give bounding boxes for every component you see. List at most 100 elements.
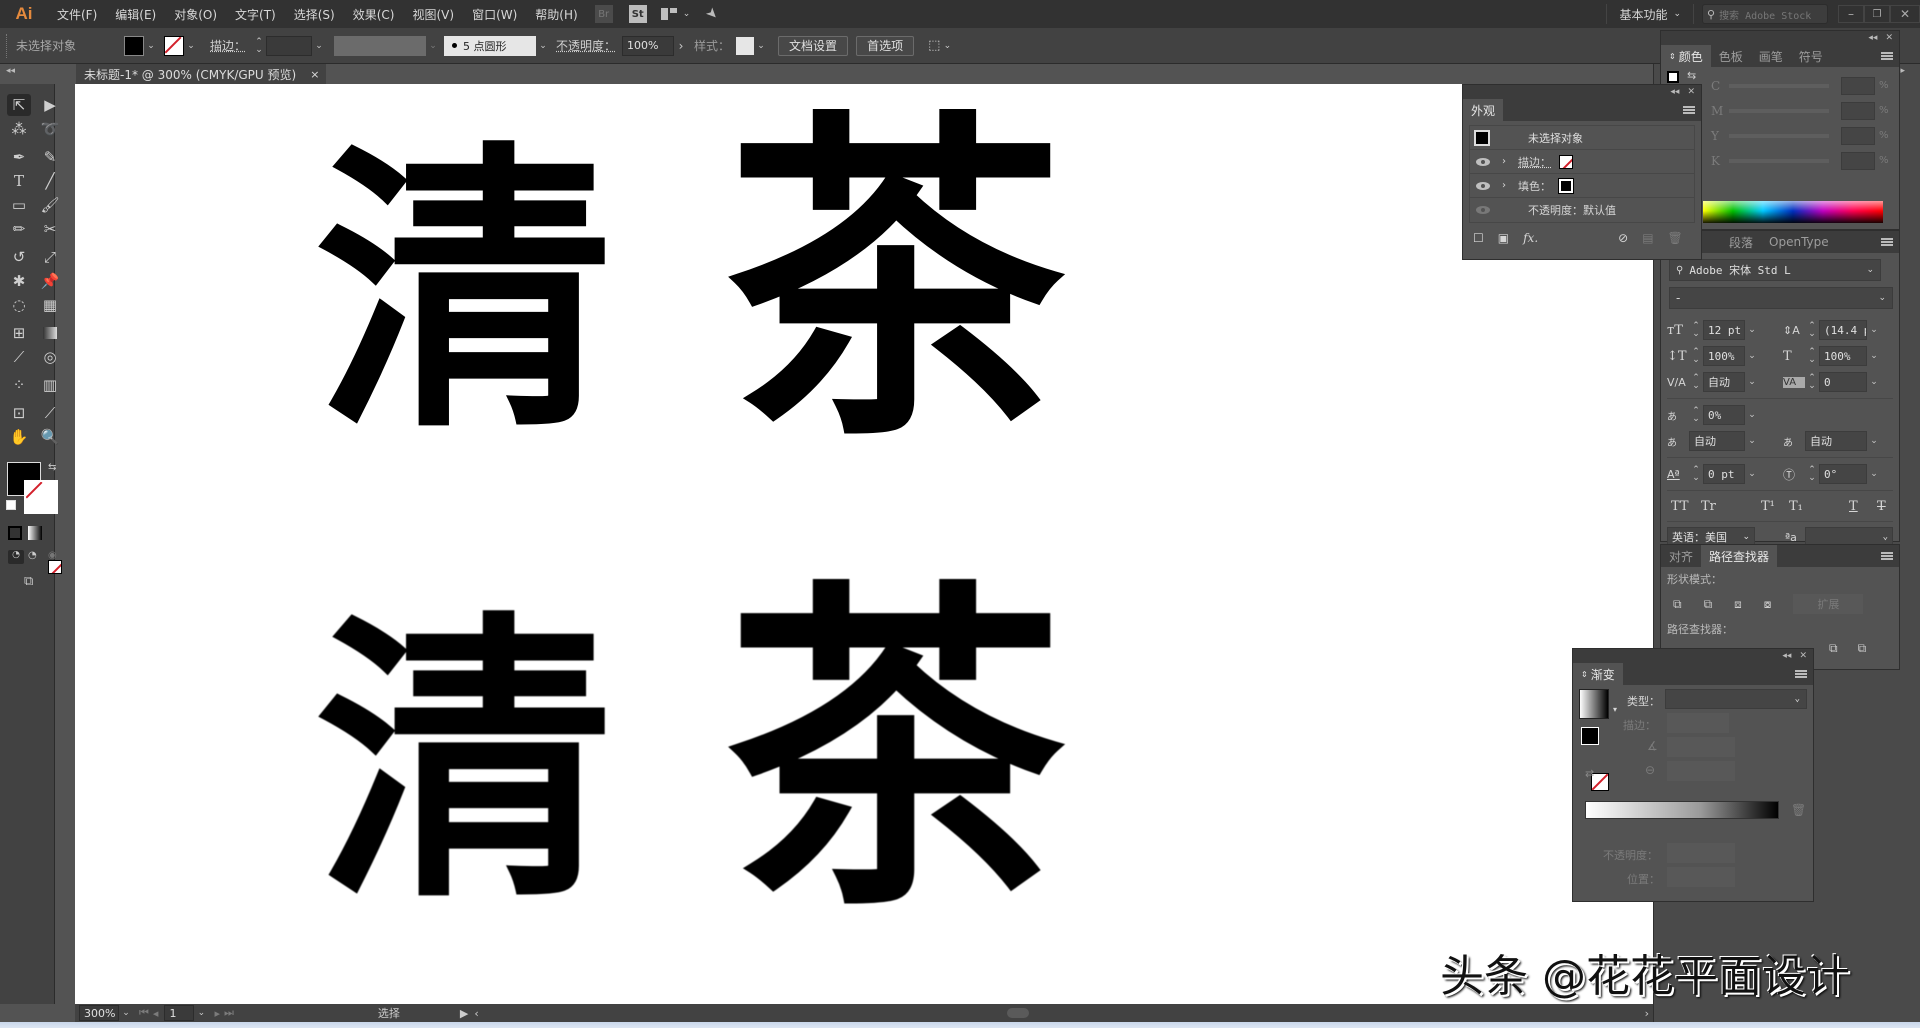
curvature-tool-icon[interactable]: ✎: [38, 146, 62, 168]
opacity-row[interactable]: 不透明度：默认值: [1470, 198, 1694, 222]
vertical-scale-input[interactable]: 100%: [1703, 346, 1745, 366]
tracking-stepper[interactable]: ⌃ ⌄: [1805, 374, 1819, 391]
font-size-stepper[interactable]: ⌃ ⌄: [1689, 322, 1703, 339]
stroke-none-swatch[interactable]: [1559, 154, 1573, 169]
font-size-dropdown[interactable]: ⌄: [1745, 320, 1759, 340]
cyan-input[interactable]: [1841, 76, 1875, 95]
vertical-scale-stepper[interactable]: ⌃ ⌄: [1689, 348, 1703, 365]
aki-right-dropdown[interactable]: ⌄: [1867, 431, 1881, 451]
menu-file[interactable]: 文件(F): [48, 6, 106, 23]
panel-menu-icon[interactable]: [1881, 238, 1893, 246]
type-tool-icon[interactable]: T: [7, 170, 31, 192]
hand-tool-icon[interactable]: ✋: [7, 426, 31, 448]
aki-left-dropdown[interactable]: ⌄: [1745, 431, 1759, 451]
yellow-input[interactable]: [1841, 126, 1875, 145]
expand-chevron-icon[interactable]: ›: [1502, 180, 1506, 191]
small-caps-button[interactable]: Tr: [1701, 499, 1761, 514]
workspace-switcher[interactable]: 基本功能 ⌄: [1606, 4, 1694, 24]
panel-menu-icon[interactable]: [1795, 670, 1807, 678]
tsume-stepper[interactable]: ⌃ ⌄: [1689, 407, 1703, 424]
toolbar-collapse-icon[interactable]: ◂◂: [6, 66, 15, 76]
draw-inside-icon[interactable]: ◉: [48, 550, 57, 561]
next-artboard-icon[interactable]: ▸: [214, 1007, 220, 1020]
puppet-warp-tool-icon[interactable]: ✱: [7, 270, 31, 292]
prev-artboard-icon[interactable]: ◂: [153, 1007, 159, 1020]
zoom-tool-icon[interactable]: 🔍: [38, 426, 62, 448]
aspect-ratio-select[interactable]: [1667, 761, 1735, 781]
close-tab-icon[interactable]: ×: [310, 68, 319, 81]
delete-stop-icon[interactable]: 🗑: [1791, 803, 1806, 817]
slice-tool-icon[interactable]: ⟋: [38, 402, 62, 424]
style-dropdown[interactable]: ⌄: [754, 36, 768, 56]
underline-button[interactable]: T: [1849, 499, 1877, 514]
gradient-preview-swatch[interactable]: [1579, 689, 1609, 719]
close-icon[interactable]: ✕: [1885, 33, 1893, 43]
duplicate-item-icon[interactable]: ▤: [1642, 231, 1653, 245]
pin-tool-icon[interactable]: 📌: [38, 270, 62, 292]
fill-swatch[interactable]: [124, 35, 144, 56]
eyedropper-tool-icon[interactable]: ⟋: [7, 346, 31, 368]
eye-icon[interactable]: [1476, 181, 1490, 190]
tab-align[interactable]: 对齐: [1661, 545, 1701, 567]
rotation-stepper[interactable]: ⌃ ⌄: [1805, 466, 1819, 483]
font-family-select[interactable]: ⚲ Adobe 宋体 Std L ⌄: [1669, 259, 1881, 281]
magenta-input[interactable]: [1841, 101, 1875, 120]
paintbrush-tool-icon[interactable]: 🖌: [38, 194, 62, 216]
tsume-input[interactable]: 0%: [1703, 405, 1745, 425]
swap-icon[interactable]: ⇆: [1687, 69, 1696, 82]
stroke-row[interactable]: › 描边：: [1470, 150, 1694, 174]
gradient-fill-box[interactable]: [1581, 727, 1599, 745]
panel-menu-icon[interactable]: [1881, 552, 1893, 560]
rough-char-qing[interactable]: 清: [315, 612, 615, 912]
document-setup-button[interactable]: 文档设置: [778, 35, 849, 56]
scroll-thumb[interactable]: [1006, 1008, 1029, 1018]
profile-dropdown[interactable]: ⌄: [426, 36, 440, 56]
unite-icon[interactable]: ⧉: [1673, 597, 1682, 612]
none-mode-icon[interactable]: [48, 560, 62, 574]
zoom-level-input[interactable]: 300%: [79, 1005, 119, 1021]
stroke-color-box[interactable]: [24, 480, 58, 514]
scroll-right-arrow[interactable]: ›: [1645, 1007, 1649, 1020]
eye-icon[interactable]: [1476, 206, 1490, 214]
rotate-tool-icon[interactable]: ↺: [7, 246, 31, 268]
clear-appearance-icon[interactable]: ⊘: [1618, 231, 1628, 245]
artboard-tool-icon[interactable]: ⊡: [7, 402, 31, 424]
tab-color[interactable]: ⇕ 颜色: [1661, 45, 1711, 67]
cyan-slider[interactable]: [1729, 83, 1829, 88]
color-spectrum[interactable]: [1703, 201, 1883, 223]
opacity-arrow[interactable]: ›: [674, 36, 688, 56]
tsume-dropdown[interactable]: ⌄: [1745, 405, 1759, 425]
close-window-button[interactable]: ✕: [1890, 5, 1920, 23]
smooth-char-cha[interactable]: 茶: [725, 112, 1065, 452]
add-fill-icon[interactable]: ▣: [1498, 231, 1509, 245]
last-artboard-icon[interactable]: ⏭: [224, 1006, 234, 1020]
artboard-canvas[interactable]: 清 茶 清 茶: [75, 84, 1653, 1004]
transform-select-icon[interactable]: ⬚: [928, 38, 940, 53]
draw-normal-icon[interactable]: ◔: [8, 550, 24, 564]
stroke-weight-input[interactable]: [266, 35, 313, 56]
tracking-dropdown[interactable]: ⌄: [1867, 372, 1881, 392]
fill-dropdown[interactable]: ⌄: [144, 36, 158, 56]
menu-window[interactable]: 窗口(W): [463, 6, 526, 23]
line-tool-icon[interactable]: ╱: [38, 170, 62, 192]
arrange-documents-icon[interactable]: ⌄: [660, 8, 690, 20]
kerning-stepper[interactable]: ⌃ ⌄: [1689, 374, 1703, 391]
panel-menu-icon[interactable]: [1683, 106, 1695, 114]
vertical-scale-dropdown[interactable]: ⌄: [1745, 346, 1759, 366]
collapse-icon[interactable]: ◂◂: [1782, 651, 1791, 661]
horizontal-scale-input[interactable]: 100%: [1819, 346, 1867, 366]
horizontal-scale-stepper[interactable]: ⌃ ⌄: [1805, 348, 1819, 365]
magic-wand-tool-icon[interactable]: ⁂: [7, 118, 31, 140]
gradient-mode-icon[interactable]: [28, 526, 42, 540]
swap-colors-icon[interactable]: ⇆: [48, 462, 56, 473]
black-input[interactable]: [1841, 151, 1875, 170]
menu-effect[interactable]: 效果(C): [344, 6, 404, 23]
stock-button[interactable]: St: [628, 5, 647, 23]
brush-definition[interactable]: 5 点圆形: [444, 35, 537, 56]
menu-edit[interactable]: 编辑(E): [106, 6, 165, 23]
close-icon[interactable]: ✕: [1799, 651, 1807, 661]
aki-left-select[interactable]: 自动: [1689, 431, 1745, 451]
baseline-shift-stepper[interactable]: ⌃ ⌄: [1689, 466, 1703, 483]
exclude-icon[interactable]: ⧇: [1764, 597, 1772, 612]
scroll-left-arrow[interactable]: ‹: [474, 1007, 478, 1020]
